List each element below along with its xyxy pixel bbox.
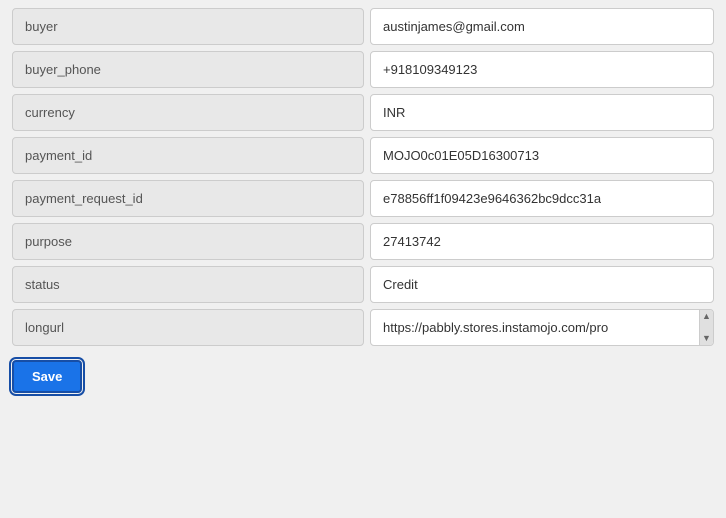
field-label-status: status [12, 266, 364, 303]
scroll-up-arrow[interactable]: ▲ [702, 312, 711, 321]
field-row-buyer: buyer austinjames@gmail.com [12, 8, 714, 45]
form-container: buyer austinjames@gmail.com buyer_phone +91… [0, 0, 726, 409]
field-label-payment_id: payment_id [12, 137, 364, 174]
fields-list: buyer austinjames@gmail.com buyer_phone +91… [12, 8, 714, 346]
field-value-text-longurl: https://pabbly.stores.instamojo.com/pro [383, 320, 608, 335]
field-value-status[interactable]: Credit [370, 266, 714, 303]
field-value-text-purpose: 27413742 [383, 234, 441, 249]
field-value-text-currency: INR [383, 105, 405, 120]
field-value-buyer_phone[interactable]: +918109349123 [370, 51, 714, 88]
scroll-down-arrow[interactable]: ▼ [702, 334, 711, 343]
field-label-buyer: buyer [12, 8, 364, 45]
field-value-purpose[interactable]: 27413742 [370, 223, 714, 260]
field-value-text-payment_request_id: e78856ff1f09423e9646362bc9dcc31a [383, 191, 601, 206]
field-value-payment_id[interactable]: MOJO0c01E05D16300713 [370, 137, 714, 174]
field-row-currency: currency INR [12, 94, 714, 131]
field-value-buyer[interactable]: austinjames@gmail.com [370, 8, 714, 45]
field-value-text-payment_id: MOJO0c01E05D16300713 [383, 148, 539, 163]
field-value-text-buyer_phone: +918109349123 [383, 62, 477, 77]
field-label-buyer_phone: buyer_phone [12, 51, 364, 88]
field-value-currency[interactable]: INR [370, 94, 714, 131]
field-label-longurl: longurl [12, 309, 364, 346]
field-value-text-status: Credit [383, 277, 418, 292]
field-row-longurl: longurlhttps://pabbly.stores.instamojo.c… [12, 309, 714, 346]
field-row-buyer_phone: buyer_phone +918109349123 [12, 51, 714, 88]
field-label-currency: currency [12, 94, 364, 131]
field-label-payment_request_id: payment_request_id [12, 180, 364, 217]
field-value-text-buyer: austinjames@gmail.com [383, 19, 525, 34]
field-row-status: status Credit [12, 266, 714, 303]
field-value-payment_request_id[interactable]: e78856ff1f09423e9646362bc9dcc31a [370, 180, 714, 217]
field-row-purpose: purpose 27413742 [12, 223, 714, 260]
field-row-payment_request_id: payment_request_id e78856ff1f09423e964636… [12, 180, 714, 217]
form-footer: Save [12, 356, 714, 397]
scrollbar-indicator[interactable]: ▲ ▼ [699, 310, 713, 345]
field-label-purpose: purpose [12, 223, 364, 260]
field-row-payment_id: payment_id MOJO0c01E05D16300713 [12, 137, 714, 174]
save-button[interactable]: Save [12, 360, 82, 393]
field-value-longurl[interactable]: https://pabbly.stores.instamojo.com/pro … [370, 309, 714, 346]
